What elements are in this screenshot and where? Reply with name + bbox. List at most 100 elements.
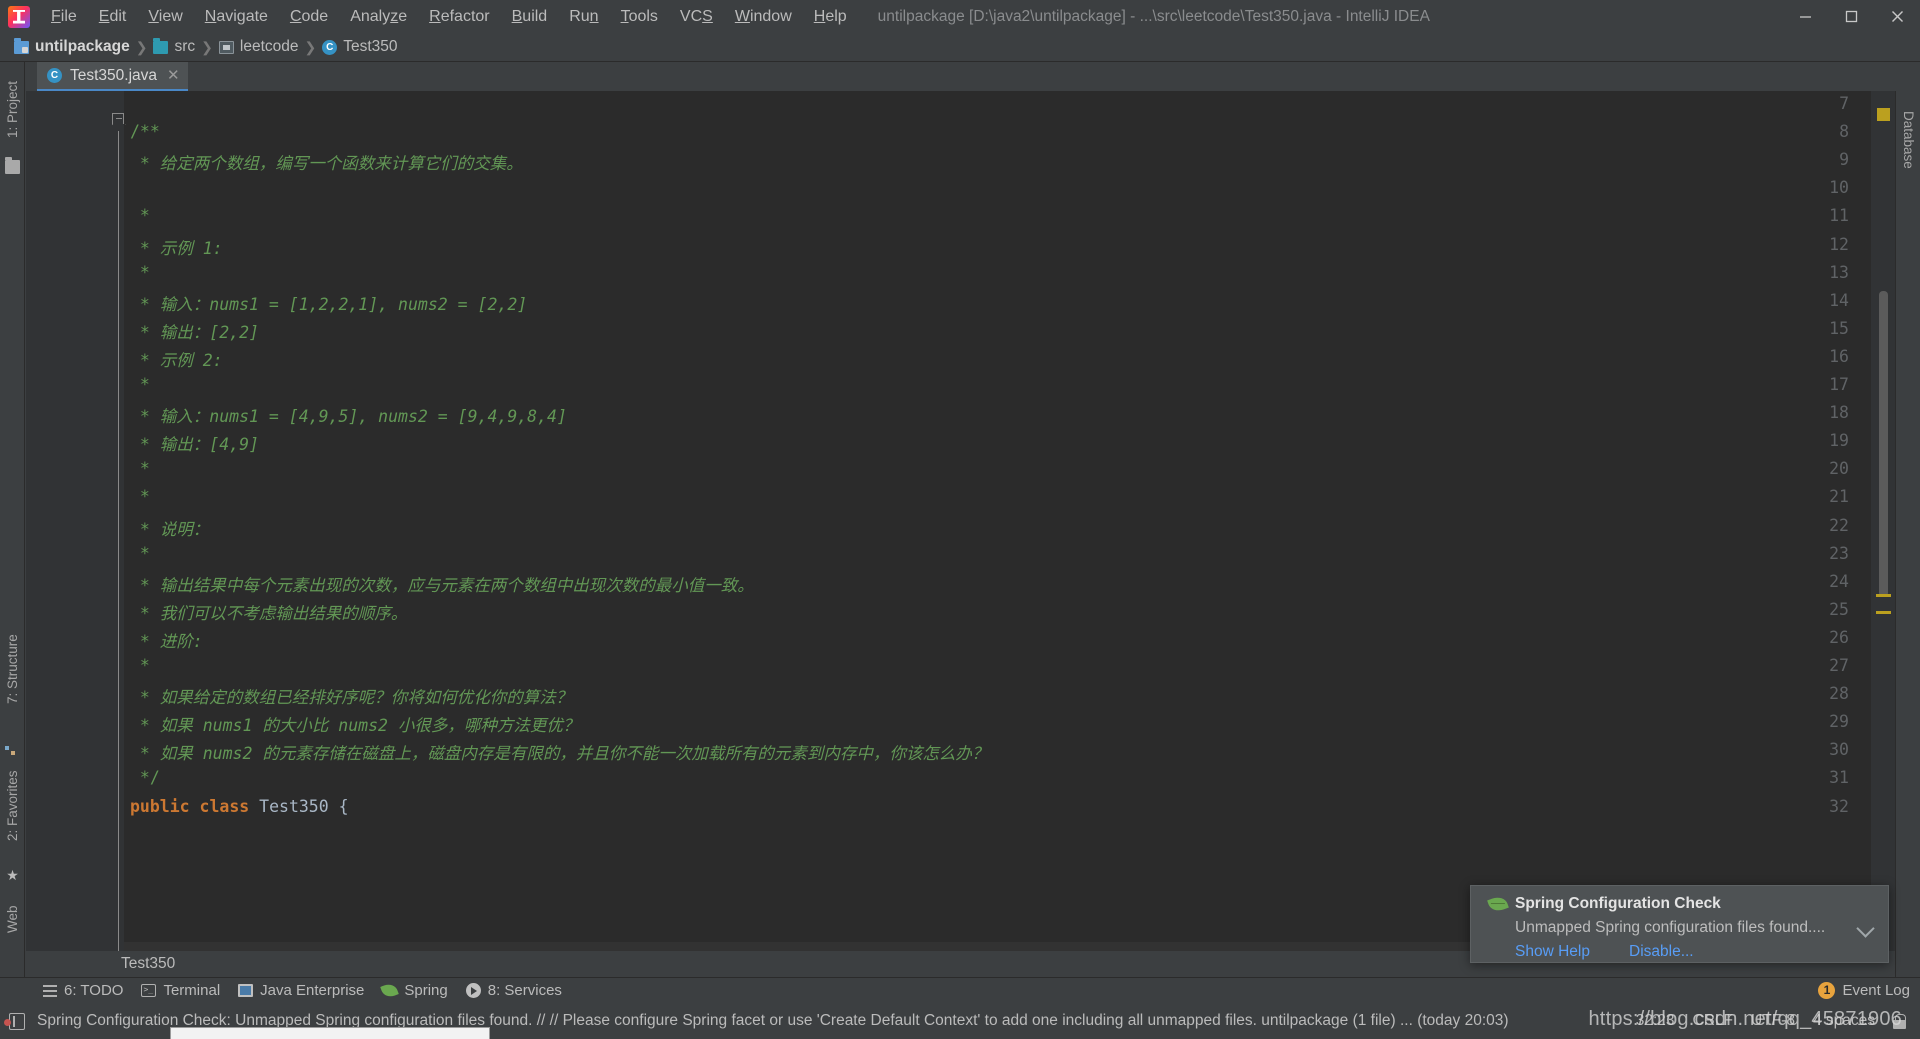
code-line[interactable]: /** <box>130 122 160 141</box>
code-line[interactable]: * 如果 nums2 的元素存储在磁盘上，磁盘内存是有限的，并且你不能一次加载所… <box>130 740 988 764</box>
code-warning-marker-2[interactable] <box>1876 611 1891 614</box>
favorites-star-icon[interactable]: ★ <box>5 868 20 882</box>
maximize-icon[interactable] <box>1828 0 1874 33</box>
right-toolwindow-strip: Database <box>1895 62 1920 977</box>
vertical-scrollbar-thumb[interactable] <box>1879 291 1888 597</box>
menu-item-view[interactable]: View <box>137 4 193 30</box>
editor-gutter[interactable] <box>26 91 124 955</box>
event-log-area[interactable]: 1 Event Log <box>1818 982 1910 999</box>
lock-icon[interactable] <box>1893 1013 1906 1029</box>
breadcrumb-item-untilpackage[interactable]: untilpackage <box>14 37 130 56</box>
editor-code-area[interactable] <box>124 91 1895 955</box>
close-icon[interactable] <box>1874 0 1920 33</box>
sidebar-item-favorites-label: 2: Favorites <box>5 770 20 842</box>
menu-item-refactor[interactable]: Refactor <box>418 4 500 30</box>
tab-label: Test350.java <box>70 66 158 84</box>
code-line[interactable]: * 输出：[2,2] <box>130 319 259 343</box>
toolwindow-services[interactable]: 8: Services <box>457 978 571 1004</box>
breadcrumb-item-src[interactable]: src <box>153 37 195 56</box>
line-number: 31 <box>1829 768 1849 788</box>
line-number: 7 <box>1839 94 1849 113</box>
sidebar-item-project[interactable]: 1: Project <box>0 66 25 152</box>
code-line[interactable]: * 输入：nums1 = [1,2,2,1], nums2 = [2,2] <box>130 291 527 315</box>
minimize-icon[interactable] <box>1782 0 1828 33</box>
code-line[interactable]: * 给定两个数组，编写一个函数来计算它们的交集。 <box>130 150 523 174</box>
code-line[interactable]: * 输出结果中每个元素出现的次数，应与元素在两个数组中出现次数的最小值一致。 <box>130 572 754 596</box>
code-line[interactable]: * 如果给定的数组已经排好序呢？你将如何优化你的算法？ <box>130 684 572 708</box>
menu-item-tools[interactable]: Tools <box>610 4 669 30</box>
tab-close-icon[interactable]: ✕ <box>167 68 180 83</box>
code-line[interactable]: * <box>130 206 150 225</box>
menu-item-code[interactable]: Code <box>279 4 339 30</box>
toolwindow-spring[interactable]: Spring <box>373 978 456 1004</box>
code-line[interactable]: */ <box>130 768 160 787</box>
code-editor[interactable]: 7 8/** 9 * 给定两个数组，编写一个函数来计算它们的交集。 10 11 * 12 … <box>26 91 1895 955</box>
breadcrumb-item-test350[interactable]: C Test350 <box>322 38 398 56</box>
toolwindow-services-label: 8: Services <box>487 982 562 999</box>
disable-link[interactable]: Disable... <box>1629 943 1694 961</box>
inspection-warning-marker[interactable] <box>1877 108 1890 121</box>
line-number: 19 <box>1829 431 1849 451</box>
toolwindow-java-enterprise[interactable]: Java Enterprise <box>229 978 373 1004</box>
code-line[interactable]: public class Test350 { <box>130 797 349 816</box>
editor-marker-bar[interactable] <box>1871 91 1895 955</box>
toolwindow-terminal[interactable]: >_ Terminal <box>132 978 229 1004</box>
tab-test350-java[interactable]: C Test350.java ✕ <box>37 62 188 91</box>
toolwindow-todo[interactable]: 6: TODO <box>34 978 132 1004</box>
menu-item-analyze[interactable]: Analyze <box>339 4 418 30</box>
notification-balloon[interactable]: Spring Configuration Check Unmapped Spri… <box>1470 885 1889 963</box>
notification-message: Unmapped Spring configuration files foun… <box>1515 919 1826 936</box>
line-number: 18 <box>1829 403 1849 423</box>
code-line[interactable]: * 我们可以不考虑输出结果的顺序。 <box>130 600 407 624</box>
code-line[interactable]: * 示例 1: <box>130 235 223 259</box>
line-number: 17 <box>1829 375 1849 394</box>
menu-item-navigate[interactable]: Navigate <box>194 4 279 30</box>
menu-item-build[interactable]: Build <box>501 4 559 30</box>
sidebar-item-structure[interactable]: 7: Structure <box>0 617 25 722</box>
menu-item-run[interactable]: Run <box>558 4 609 30</box>
indent-setting[interactable]: 4 spaces <box>1813 1012 1875 1030</box>
menu-item-edit[interactable]: Edit <box>88 4 138 30</box>
line-number: 13 <box>1829 262 1849 282</box>
line-number: 23 <box>1829 543 1849 563</box>
file-encoding[interactable]: UTF-8 <box>1751 1012 1795 1030</box>
code-line[interactable]: * 进阶: <box>130 628 203 652</box>
sidebar-item-favorites[interactable]: 2: Favorites <box>0 752 25 860</box>
code-line[interactable]: * 输出：[4,9] <box>130 431 259 455</box>
sidebar-item-structure-label: 7: Structure <box>5 634 20 705</box>
source-folder-icon <box>153 37 169 54</box>
line-separator[interactable]: CRLF <box>1693 1012 1733 1030</box>
code-line[interactable]: * <box>130 544 150 563</box>
background-task-progress <box>170 1027 490 1039</box>
code-line[interactable]: * <box>130 656 150 675</box>
line-number: 24 <box>1829 571 1849 591</box>
code-line[interactable]: * 说明： <box>130 516 209 540</box>
code-warning-marker-1[interactable] <box>1876 594 1891 597</box>
menu-item-window[interactable]: Window <box>724 4 803 30</box>
code-line[interactable]: * <box>130 487 150 506</box>
sidebar-item-web[interactable]: Web <box>0 892 25 947</box>
spring-leaf-icon <box>380 981 400 1000</box>
code-line[interactable]: * 输入：nums1 = [4,9,5], nums2 = [9,4,9,8,4… <box>130 403 567 427</box>
java-class-icon: C <box>322 39 338 55</box>
fold-start-icon[interactable] <box>112 113 125 126</box>
code-line[interactable]: * <box>130 459 150 478</box>
project-folder-icon[interactable] <box>5 157 20 174</box>
show-help-link[interactable]: Show Help <box>1515 943 1590 961</box>
code-line[interactable]: * 如果 nums1 的大小比 nums2 小很多，哪种方法更优？ <box>130 712 579 736</box>
menu-item-help[interactable]: Help <box>803 4 858 30</box>
menu-item-file[interactable]: File <box>40 4 88 30</box>
code-line[interactable]: * <box>130 375 150 394</box>
chevron-down-icon[interactable] <box>1856 919 1875 938</box>
menu-item-vcs[interactable]: VCS <box>669 4 724 30</box>
breadcrumb-item-leetcode[interactable]: leetcode <box>218 38 299 56</box>
menu-bar: File Edit View Navigate Code Analyze Refactor B… <box>0 0 1920 33</box>
module-folder-icon <box>14 37 29 54</box>
line-number: 25 <box>1829 599 1849 619</box>
intellij-idea-window: File Edit View Navigate Code Analyze Refactor B… <box>0 0 1920 1039</box>
sidebar-item-database[interactable]: Database <box>1896 94 1920 186</box>
code-line[interactable]: * <box>130 263 150 282</box>
caret-position[interactable]: 32:23 <box>1636 1012 1675 1030</box>
status-memory-icon[interactable] <box>9 1012 25 1030</box>
code-line[interactable]: * 示例 2: <box>130 347 223 371</box>
